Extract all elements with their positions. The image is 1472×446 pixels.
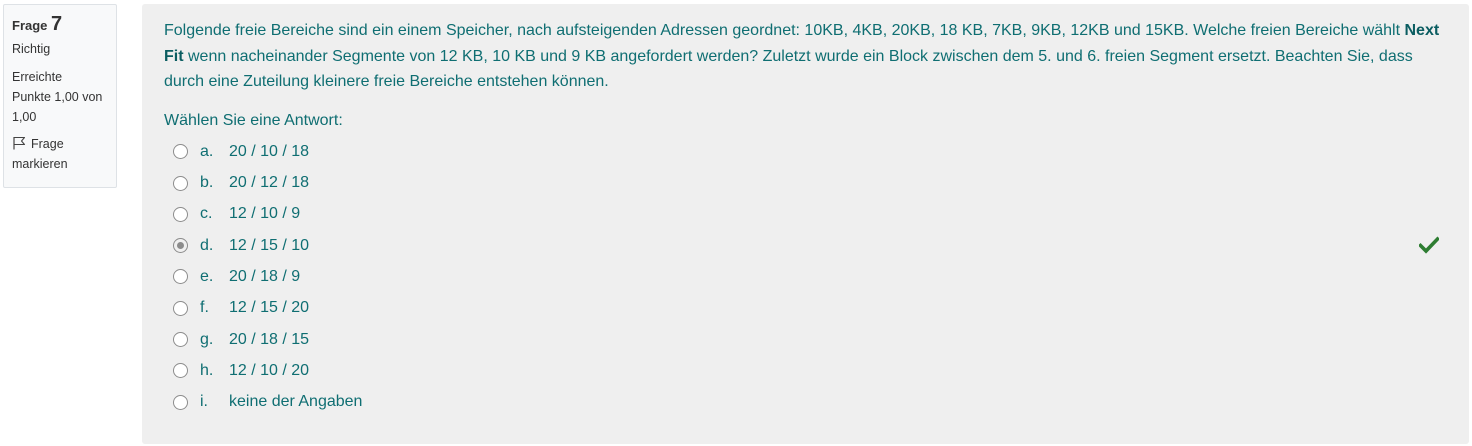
question-text: Folgende freie Bereiche sind ein einem S… [164,18,1454,95]
radio-button[interactable] [173,269,188,285]
answer-text: 12 / 15 / 10 [229,236,310,254]
answer-letter: b. [200,174,214,192]
answer-option-c[interactable]: c. 12 / 10 / 9 [164,199,1449,230]
answer-option-a[interactable]: a. 20 / 10 / 18 [164,136,1449,167]
question-text-part1: Folgende freie Bereiche sind ein einem S… [164,22,1405,39]
radio-button[interactable] [173,300,188,316]
radio-button[interactable] [173,332,188,348]
radio-button[interactable] [173,206,188,222]
grade-line: 1,00 [12,110,37,124]
answer-text: 20 / 18 / 15 [229,330,310,348]
radio-button[interactable] [173,144,188,160]
answer-text: keine der Angaben [229,393,363,411]
answer-text: 20 / 10 / 18 [229,142,310,160]
answer-letter: g. [200,330,214,348]
radio-button-selected[interactable] [173,238,188,254]
question-info-panel: Frage 7 Richtig Erreichte Punkte 1,00 vo… [3,4,117,188]
answer-letter: f. [200,299,209,317]
answer-letter: c. [200,205,213,223]
answer-option-d[interactable]: d. 12 / 15 / 10 [164,230,1449,261]
radio-button[interactable] [173,394,188,410]
answer-text: 12 / 10 / 20 [229,361,310,379]
radio-button[interactable] [173,363,188,379]
answer-option-g[interactable]: g. 20 / 18 / 15 [164,324,1449,355]
question-content: Folgende freie Bereiche sind ein einem S… [142,4,1469,444]
flag-label-line2: markieren [12,157,68,171]
answer-letter: h. [200,361,214,379]
question-grade: Erreichte Punkte 1,00 von 1,00 [12,67,108,127]
answer-prompt: Wählen Sie eine Antwort: [164,112,343,130]
grade-line: Erreichte [12,70,63,84]
flag-label: Frage [31,137,64,151]
answer-text: 12 / 10 / 9 [229,205,301,223]
answer-text: 20 / 12 / 18 [229,174,310,192]
answer-list: a. 20 / 10 / 18 b. 20 / 12 / 18 c. 12 / … [164,136,1449,418]
checkmark-icon [1419,236,1439,254]
answer-text: 12 / 15 / 20 [229,299,310,317]
question-number-heading: Frage 7 [12,12,108,38]
answer-letter: e. [200,267,214,285]
answer-option-i[interactable]: i. keine der Angaben [164,386,1449,417]
answer-option-e[interactable]: e. 20 / 18 / 9 [164,261,1449,292]
flag-icon [13,136,26,150]
answer-option-b[interactable]: b. 20 / 12 / 18 [164,167,1449,198]
question-number: 7 [51,13,63,35]
question-label: Frage [12,18,48,33]
answer-option-h[interactable]: h. 12 / 10 / 20 [164,355,1449,386]
answer-letter: a. [200,142,214,160]
answer-letter: i. [200,393,208,411]
flag-question-link[interactable]: Frage markieren [12,134,108,174]
answer-letter: d. [200,236,214,254]
question-state: Richtig [12,42,51,56]
answer-option-f[interactable]: f. 12 / 15 / 20 [164,293,1449,324]
answer-text: 20 / 18 / 9 [229,267,301,285]
question-text-part2: wenn nacheinander Segmente von 12 KB, 10… [164,47,1413,91]
grade-line: Punkte 1,00 von [12,90,103,104]
radio-button[interactable] [173,175,188,191]
